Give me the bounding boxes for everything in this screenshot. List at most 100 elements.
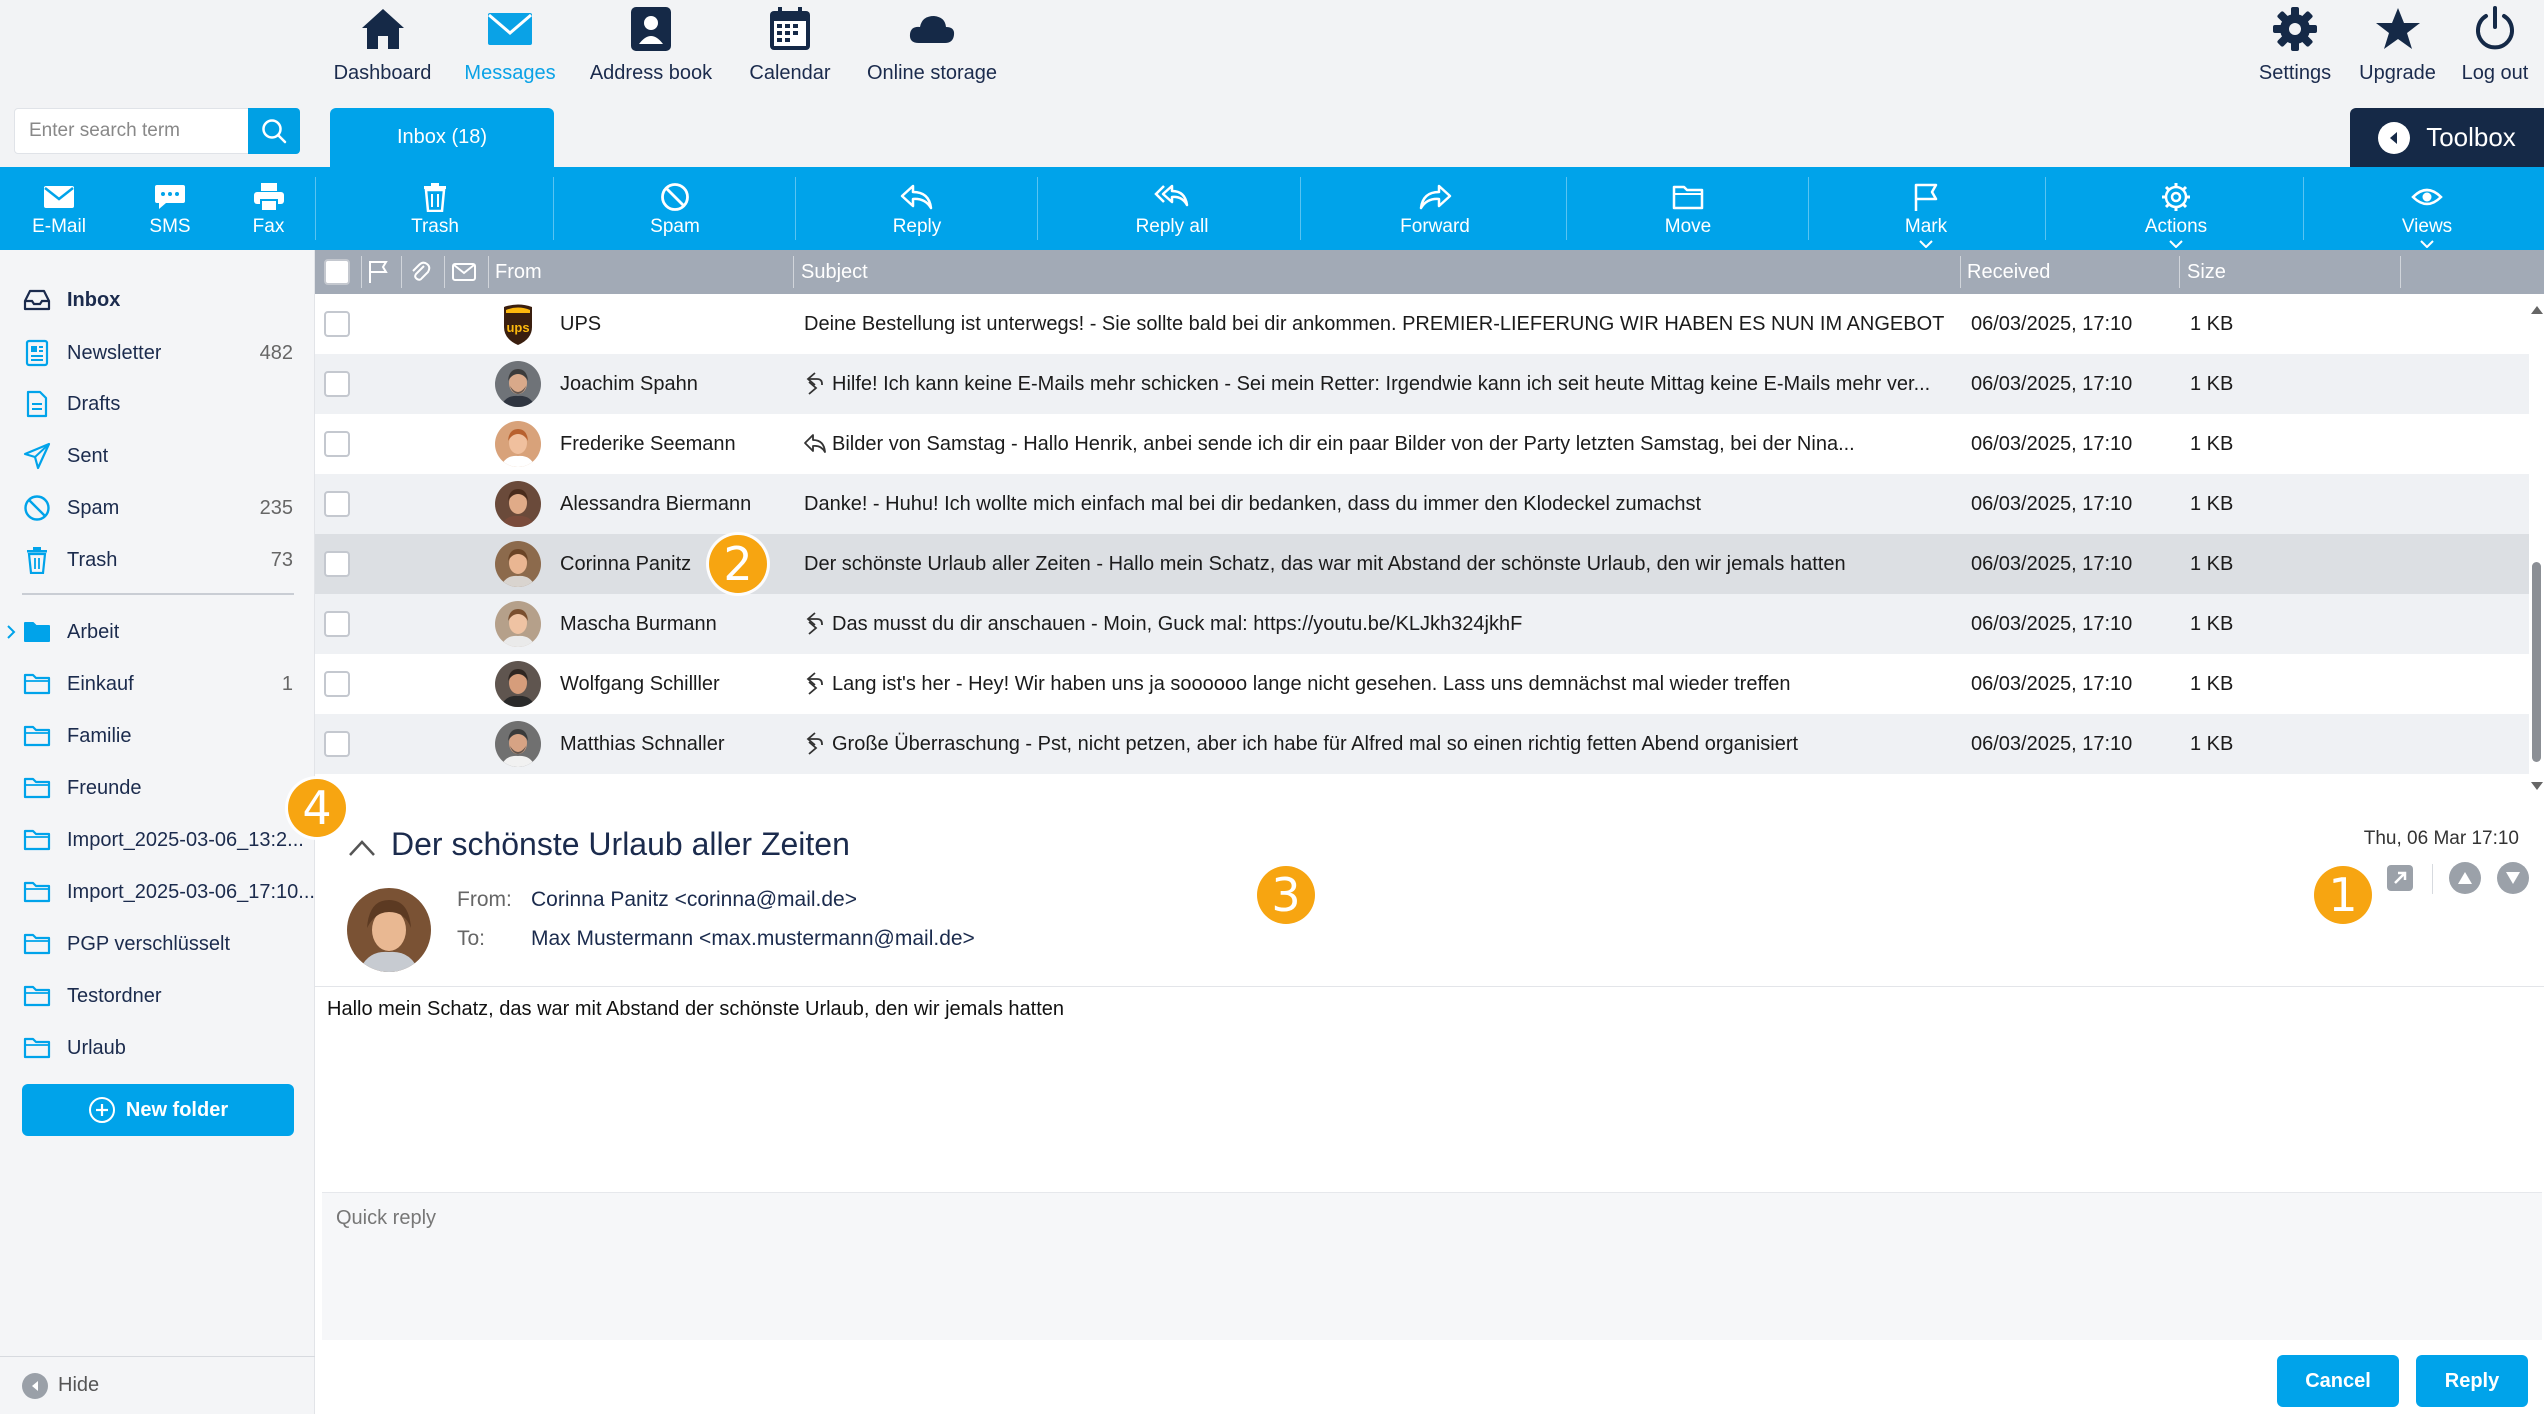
folder-item[interactable]: Urlaub (0, 1022, 315, 1074)
scroll-up-arrow[interactable] (2531, 306, 2543, 314)
folder-item[interactable]: Arbeit (0, 606, 315, 658)
collapse-header-icon[interactable] (347, 838, 377, 858)
spam-button[interactable]: Spam (575, 167, 775, 250)
folder-item[interactable]: Import_2025-03-06_13:2... (0, 814, 315, 866)
row-checkbox[interactable] (324, 611, 350, 637)
tutorial-marker: 4 (288, 779, 346, 837)
folder-item[interactable]: Freunde (0, 762, 315, 814)
hide-sidebar-button[interactable]: Hide (0, 1356, 315, 1414)
folder-item[interactable]: Spam 235 (0, 482, 315, 534)
folder-item[interactable]: Inbox (0, 274, 315, 326)
folder-item[interactable]: Trash 73 (0, 534, 315, 586)
header-body-divider (315, 986, 2544, 987)
compose-fax-button[interactable]: Fax (222, 167, 315, 250)
new-folder-button[interactable]: New folder (22, 1084, 294, 1136)
folder-icon (22, 617, 52, 647)
row-checkbox[interactable] (324, 311, 350, 337)
recipient-address[interactable]: Max Mustermann <max.mustermann@mail.de> (531, 927, 975, 951)
tab-inbox[interactable]: Inbox (18) (330, 108, 554, 167)
message-row[interactable]: ups UPS Deine Bestellung ist unterwegs! - … (315, 294, 2529, 354)
chevron-down-icon (2169, 240, 2183, 248)
nav-address-book[interactable]: Address book (586, 4, 716, 88)
message-row[interactable]: Alessandra Biermann Danke! - Huhu! Ich wo… (315, 474, 2529, 534)
folder-item[interactable]: Testordner (0, 970, 315, 1022)
sender-address[interactable]: Corinna Panitz <corinna@mail.de> (531, 888, 857, 912)
folder-item[interactable]: Sent (0, 430, 315, 482)
nav-upgrade[interactable]: Upgrade (2355, 4, 2440, 88)
column-subject[interactable]: Subject (801, 250, 868, 294)
row-checkbox[interactable] (324, 731, 350, 757)
compose-email-button[interactable]: E-Mail (0, 167, 118, 250)
quick-reply-input[interactable] (322, 1193, 2542, 1340)
message-size: 1 KB (2190, 673, 2234, 695)
nav-logout[interactable]: Log out (2455, 4, 2535, 88)
column-divider (2400, 256, 2401, 288)
replied-icon (803, 431, 827, 457)
select-all-checkbox[interactable] (324, 250, 350, 294)
search-input[interactable] (14, 108, 250, 154)
move-button[interactable]: Move (1588, 167, 1788, 250)
status-column-icon[interactable] (452, 250, 476, 294)
column-received[interactable]: Received (1967, 250, 2050, 294)
message-row[interactable]: Corinna Panitz Der schönste Urlaub aller … (315, 534, 2529, 594)
next-message-button[interactable] (2497, 862, 2529, 894)
sender-name: Corinna Panitz (560, 553, 692, 575)
views-button[interactable]: Views (2327, 167, 2527, 250)
nav-label: Upgrade (2359, 62, 2436, 84)
folder-item[interactable]: Familie (0, 710, 315, 762)
column-size[interactable]: Size (2187, 250, 2226, 294)
actions-button[interactable]: Actions (2076, 167, 2276, 250)
folder-item[interactable]: PGP verschlüsselt (0, 918, 315, 970)
printer-icon (249, 180, 289, 214)
gear-icon (2270, 4, 2320, 54)
folder-name: Einkauf (67, 672, 134, 695)
checkbox-box (324, 259, 350, 285)
reply-send-button[interactable]: Reply (2416, 1355, 2528, 1407)
folder-item[interactable]: Drafts (0, 378, 315, 430)
tutorial-marker: 1 (2314, 866, 2372, 924)
open-in-window-icon[interactable] (2384, 862, 2416, 894)
nav-dashboard[interactable]: Dashboard (330, 4, 435, 88)
reply-all-button[interactable]: Reply all (1072, 167, 1272, 250)
message-list-scrollbar[interactable] (2529, 294, 2544, 804)
plus-circle-icon (88, 1097, 115, 1123)
scroll-down-arrow[interactable] (2531, 782, 2543, 790)
folder-item[interactable]: Import_2025-03-06_17:10... (0, 866, 315, 918)
forward-button[interactable]: Forward (1335, 167, 1535, 250)
folder-icon (22, 981, 52, 1011)
nav-messages[interactable]: Messages (460, 4, 560, 88)
reply-all-icon (1152, 180, 1192, 214)
message-row[interactable]: Joachim Spahn Hilfe! Ich kann keine E-Mai… (315, 354, 2529, 414)
mail-app: Dashboard Messages Address book Calendar… (0, 0, 2544, 1414)
reply-button[interactable]: Reply (817, 167, 1017, 250)
message-row[interactable]: Matthias Schnaller Große Überraschung - P… (315, 714, 2529, 774)
nav-settings[interactable]: Settings (2255, 4, 2335, 88)
flag-column-icon[interactable] (367, 250, 389, 294)
row-checkbox[interactable] (324, 491, 350, 517)
nav-online-storage[interactable]: Online storage (862, 4, 1002, 88)
cancel-button[interactable]: Cancel (2277, 1355, 2399, 1407)
trash-button[interactable]: Trash (335, 167, 535, 250)
search-button[interactable] (248, 108, 300, 154)
row-checkbox[interactable] (324, 551, 350, 577)
scrollbar-thumb[interactable] (2532, 562, 2541, 762)
forwarded-icon (803, 671, 827, 697)
attachment-column-icon[interactable] (409, 250, 431, 294)
message-row[interactable]: Frederike Seemann Bilder von Samstag - Ha… (315, 414, 2529, 474)
sender-avatar (495, 421, 541, 467)
column-from[interactable]: From (495, 250, 542, 294)
row-checkbox[interactable] (324, 671, 350, 697)
row-checkbox[interactable] (324, 371, 350, 397)
nav-calendar[interactable]: Calendar (745, 4, 835, 88)
mark-button[interactable]: Mark (1826, 167, 2026, 250)
compose-sms-button[interactable]: SMS (118, 167, 222, 250)
folder-item[interactable]: Einkauf 1 (0, 658, 315, 710)
toolbox-button[interactable]: Toolbox (2350, 108, 2544, 167)
folder-item[interactable]: Newsletter 482 (0, 327, 315, 379)
message-row[interactable]: Wolfgang Schilller Lang ist's her - Hey! … (315, 654, 2529, 714)
expand-arrow-icon[interactable] (6, 624, 16, 645)
row-checkbox[interactable] (324, 431, 350, 457)
message-row[interactable]: Mascha Burmann Das musst du dir anschauen… (315, 594, 2529, 654)
previous-message-button[interactable] (2449, 862, 2481, 894)
svg-text:ups: ups (506, 320, 529, 335)
